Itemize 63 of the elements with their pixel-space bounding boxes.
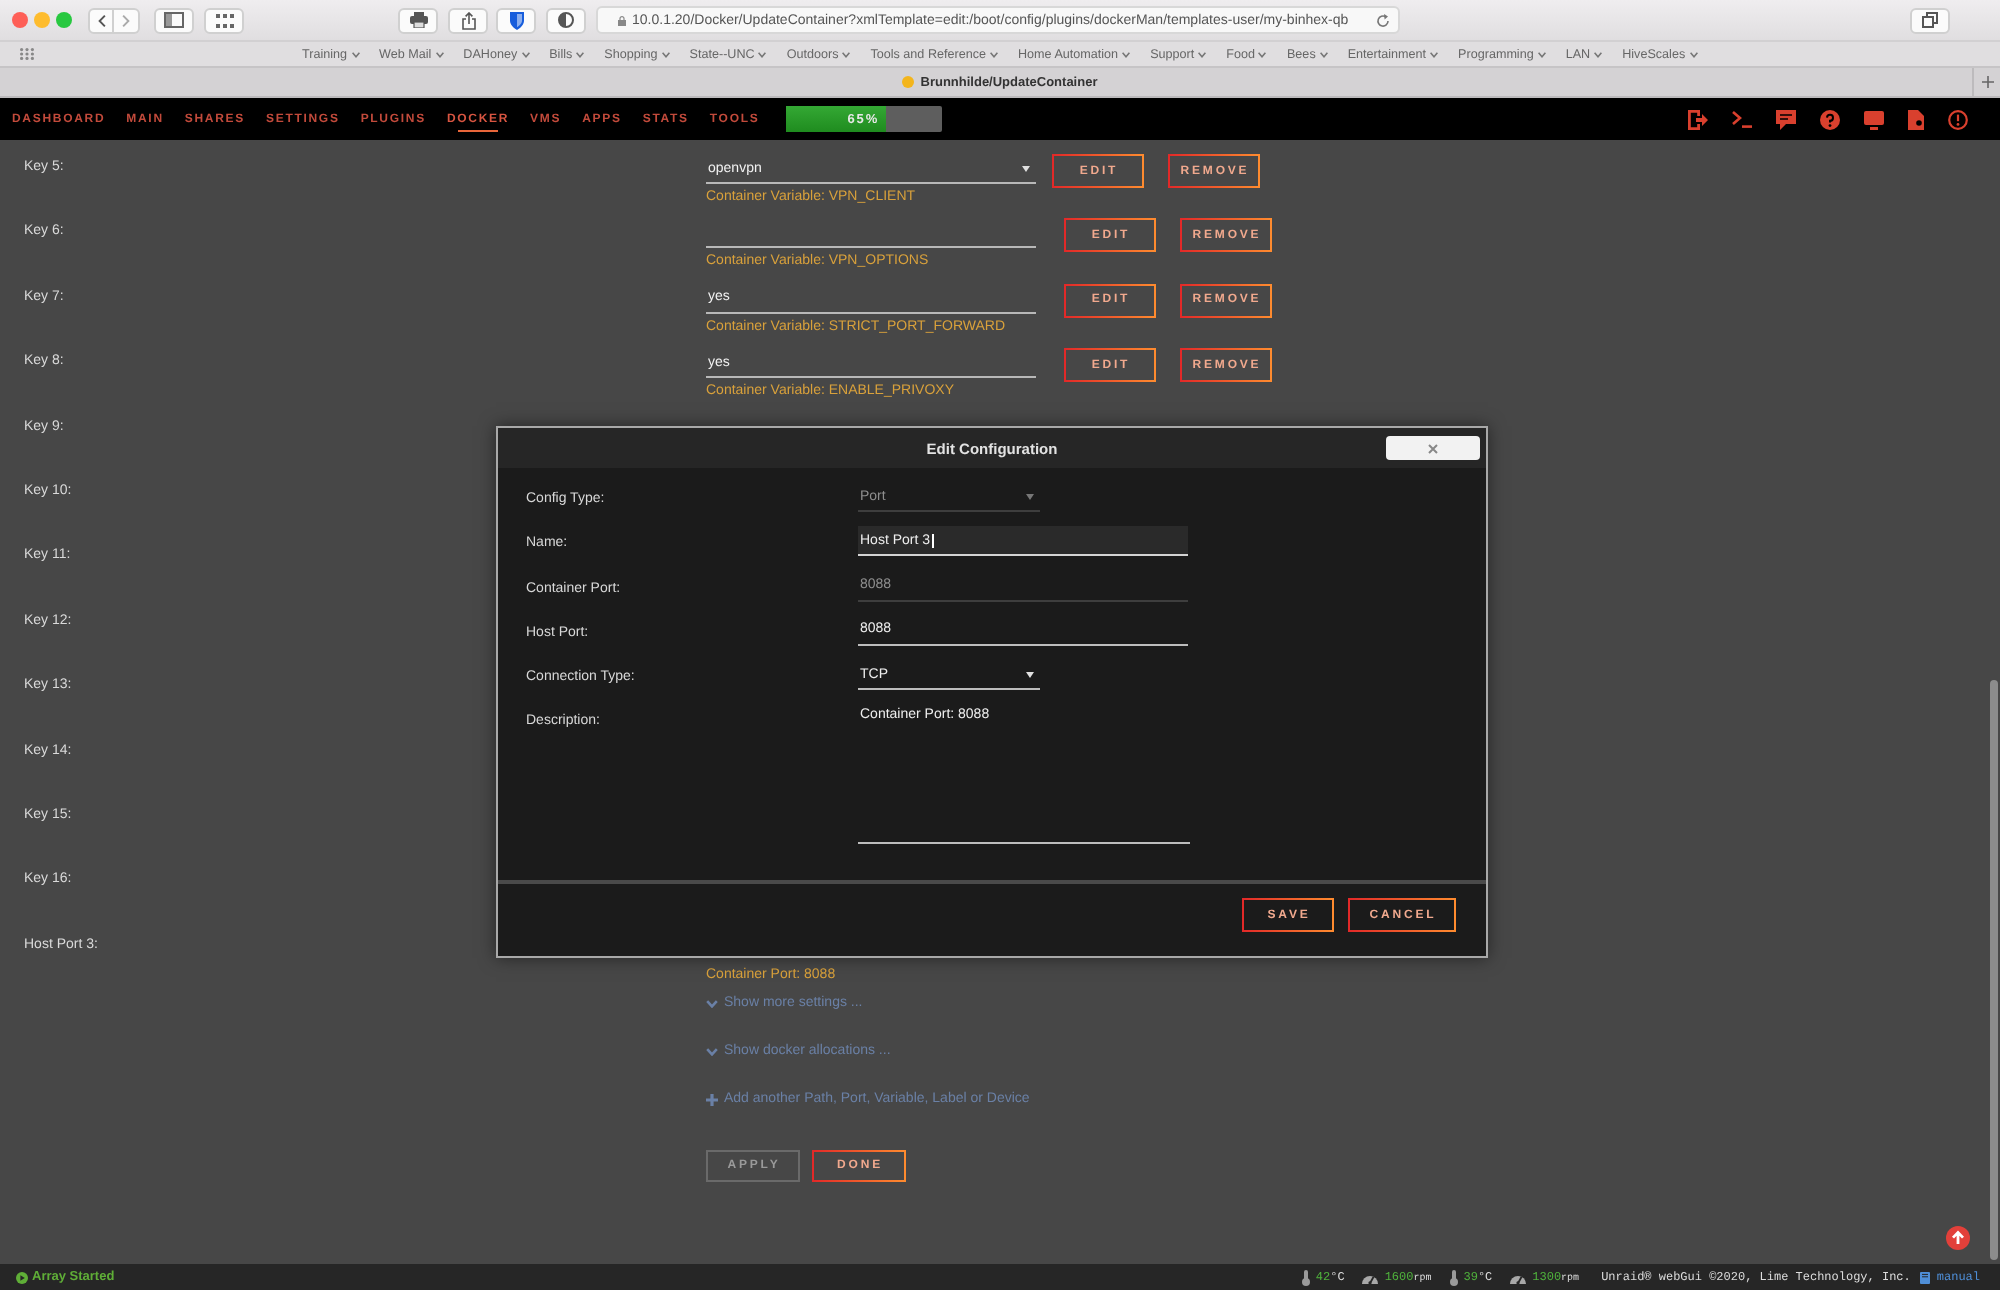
logout-icon[interactable] [1688, 109, 1708, 129]
terminal-icon[interactable] [1732, 110, 1752, 128]
sidebar-button[interactable] [154, 7, 194, 33]
chevron-down-icon [1258, 51, 1267, 57]
chevron-down-icon [1198, 51, 1207, 57]
chevron-down-icon [1689, 51, 1698, 57]
chevron-down-icon [706, 1000, 718, 1009]
overlapping-squares-icon [1922, 12, 1938, 28]
lock-icon [618, 15, 626, 25]
scroll-to-top-icon[interactable] [1946, 1226, 1970, 1250]
privacy-button[interactable] [546, 7, 586, 33]
close-window-icon[interactable] [12, 12, 28, 28]
favicon-icon [902, 76, 915, 88]
caret-down-icon [1026, 493, 1034, 499]
close-icon [1428, 443, 1438, 453]
chat-icon[interactable] [1776, 109, 1796, 129]
scrollbar-thumb[interactable] [1990, 680, 1998, 1260]
tab-overview-button[interactable] [204, 7, 244, 33]
chevron-right-icon [122, 13, 130, 27]
back-button[interactable] [88, 7, 114, 33]
document-icon[interactable] [1908, 109, 1924, 129]
show-all-tabs-button[interactable] [1910, 7, 1950, 33]
share-icon [461, 11, 475, 29]
caret-down-icon [1026, 671, 1034, 678]
thermometer-icon [1301, 1269, 1310, 1285]
reload-icon[interactable] [1376, 13, 1390, 27]
caret-down-icon [1022, 165, 1030, 171]
grid-icon[interactable] [20, 48, 34, 60]
chevron-down-icon [1319, 51, 1328, 57]
half-circle-icon [558, 12, 574, 28]
alert-icon[interactable] [1948, 109, 1968, 129]
help-icon[interactable] [1820, 109, 1840, 129]
gauge-icon [1362, 1271, 1379, 1283]
print-button[interactable] [398, 7, 438, 33]
chevron-down-icon [990, 51, 998, 57]
close-button[interactable] [1386, 436, 1480, 460]
thermometer-icon [1449, 1269, 1458, 1285]
plus-icon [1981, 76, 1993, 88]
chevron-down-icon [1430, 51, 1439, 57]
sidebar-icon [164, 12, 184, 28]
gauge-icon [1510, 1271, 1527, 1283]
printer-icon [409, 12, 427, 28]
chevron-down-icon [435, 51, 444, 57]
play-circle-icon [16, 1271, 28, 1283]
book-icon [1920, 1271, 1931, 1283]
chevron-down-icon [661, 51, 670, 57]
chevron-down-icon [351, 51, 360, 57]
chevron-down-icon [758, 51, 767, 57]
chevron-down-icon [1122, 51, 1131, 57]
extension-button[interactable] [496, 7, 536, 33]
chevron-left-icon [97, 13, 105, 27]
share-button[interactable] [448, 7, 488, 33]
chevron-down-icon [1537, 51, 1546, 57]
chevron-down-icon [842, 51, 851, 57]
grid-icon [215, 13, 233, 27]
monitor-icon[interactable] [1864, 109, 1884, 129]
new-tab-button[interactable] [1972, 68, 2000, 96]
shield-icon [509, 11, 523, 29]
chevron-down-icon [521, 51, 530, 57]
chevron-down-icon [1594, 51, 1603, 57]
plus-icon [706, 1094, 718, 1107]
chevron-down-icon [706, 1048, 718, 1057]
chevron-down-icon [576, 51, 585, 57]
